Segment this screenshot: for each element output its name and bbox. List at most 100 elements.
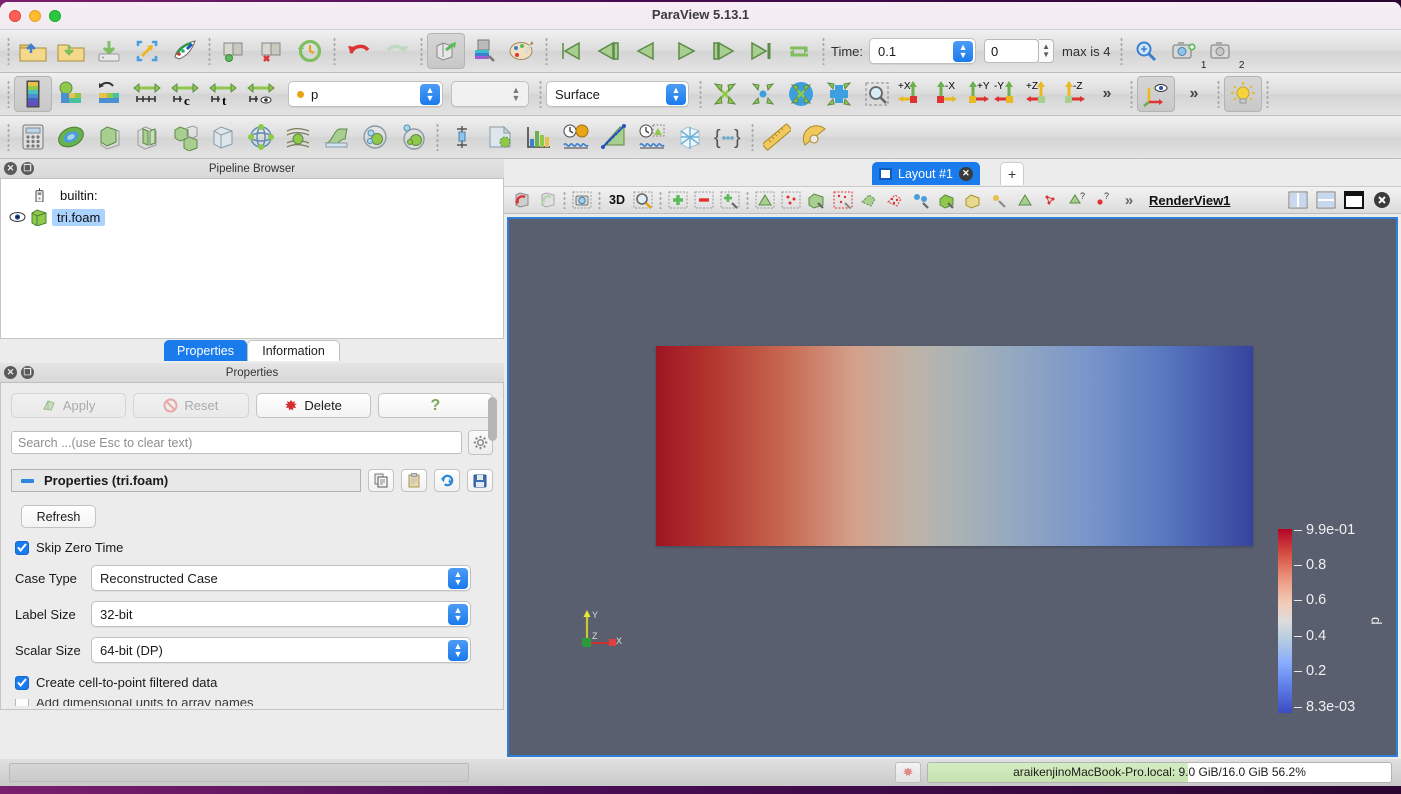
save-state-icon[interactable] [128,33,166,69]
copy-properties-icon[interactable] [368,469,394,492]
properties-group-toggle[interactable]: Properties (tri.foam) [11,469,361,492]
threshold-filter-icon[interactable] [166,119,204,155]
undo-icon[interactable] [340,33,378,69]
calculator-filter-icon[interactable] [14,119,52,155]
help-button[interactable]: ? [378,393,493,418]
reset-camera-icon[interactable] [706,76,744,112]
camera-axis-minus-z-button[interactable]: -Z [1056,76,1088,112]
extract-selection-icon[interactable] [481,119,519,155]
view-overflow-button[interactable]: » [1116,188,1142,212]
previous-frame-icon[interactable] [590,33,628,69]
probe-location-icon[interactable] [443,119,481,155]
zoom-selection-icon[interactable] [1127,33,1165,69]
scalar-size-combobox[interactable]: 64-bit (DP) ▲▼ [91,637,471,663]
plot-selection-over-time-icon[interactable] [633,119,671,155]
rescale-visible-icon[interactable] [242,76,280,112]
reset-range-icon[interactable] [90,76,128,112]
colormap-editor-icon[interactable] [465,33,503,69]
screenshot-all-views-icon[interactable]: 2 [1203,33,1241,69]
color-legend-icon[interactable] [14,76,52,112]
contour-filter-icon[interactable] [52,119,90,155]
group-datasets-filter-icon[interactable] [356,119,394,155]
clip-filter-icon[interactable] [90,119,128,155]
save-screenshot-icon[interactable] [166,33,204,69]
select-cells-through-icon[interactable] [804,188,830,212]
label-size-combobox[interactable]: 32-bit ▲▼ [91,601,471,627]
camera-axis-plus-x-button[interactable]: +X [896,76,928,112]
pipeline-item-source[interactable]: tri.foam [1,206,503,228]
protractor-icon[interactable] [796,119,834,155]
subtract-selection-icon[interactable] [691,188,717,212]
render-view[interactable]: Y X Z 9.9e-01 0.8 0.6 [507,217,1398,757]
extract-level-filter-icon[interactable] [394,119,432,155]
paste-properties-icon[interactable] [401,469,427,492]
dimensional-units-checkbox[interactable]: Add dimensional units to array names [15,699,503,706]
center-axes-visibility-icon[interactable] [1137,76,1175,112]
select-cells-polygon-icon[interactable] [856,188,882,212]
recent-files-icon[interactable] [52,33,90,69]
camera-axis-minus-x-button[interactable]: -X [928,76,960,112]
eye-icon[interactable] [9,210,26,224]
rubber-band-zoom-icon[interactable] [858,76,896,112]
query-points-icon[interactable]: ? [1064,188,1090,212]
add-layout-button[interactable]: + [1000,162,1024,185]
toolbar-handle[interactable] [7,37,10,65]
edit-color-map-icon[interactable] [52,76,90,112]
select-points-polygon-icon[interactable] [882,188,908,212]
reset-button[interactable]: Reset [133,393,248,418]
component-combobox[interactable]: ▲▼ [451,81,529,107]
delete-button[interactable]: Delete [256,393,371,418]
programmable-filter-icon[interactable]: {} [709,119,747,155]
next-frame-icon[interactable] [704,33,742,69]
select-points-surface-icon[interactable] [778,188,804,212]
interactive-select-cells-icon[interactable] [934,188,960,212]
interaction-mode-3d-button[interactable]: 3D [604,188,630,212]
close-layout-icon[interactable]: ✕ [959,167,973,181]
hover-points-icon[interactable] [1012,188,1038,212]
representation-combobox[interactable]: Surface ▲▼ [546,81,689,107]
repr-overflow-button[interactable]: » [1088,76,1126,112]
plot-data-over-time-icon[interactable] [557,119,595,155]
time-value-combobox[interactable]: 0.1 ▲▼ [869,38,976,64]
reset-camera-closest-icon[interactable] [782,76,820,112]
repr-handle[interactable] [7,80,10,108]
warp-filter-icon[interactable] [318,119,356,155]
interactive-select-points-icon[interactable] [960,188,986,212]
properties-float-button[interactable]: ❐ [21,366,34,379]
camera-undo-icon[interactable] [508,188,534,212]
frame-stepper-icon[interactable]: ▲▼ [1039,39,1054,63]
plot-over-line-icon[interactable] [595,119,633,155]
cell-to-point-checkbox[interactable]: Create cell-to-point filtered data [15,675,503,690]
maximize-view-icon[interactable] [1341,188,1367,212]
query-point-icon[interactable]: ? [1090,188,1116,212]
zoom-to-data-icon[interactable] [744,76,782,112]
split-vertical-icon[interactable] [1313,188,1339,212]
edit-color-legend-icon[interactable] [503,33,541,69]
rendered-surface[interactable] [656,346,1253,546]
camera-undo-icon[interactable] [427,33,465,69]
histogram-icon[interactable] [519,119,557,155]
slice-filter-icon[interactable] [128,119,166,155]
loop-icon[interactable] [780,33,818,69]
last-frame-icon[interactable] [742,33,780,69]
camera-axis-plus-z-button[interactable]: +Z [1024,76,1056,112]
frame-input[interactable]: 0 [984,39,1039,63]
rescale-data-range-c-icon[interactable]: c [166,76,204,112]
frame-spinner[interactable]: 0 ▲▼ [984,39,1054,63]
connect-server-icon[interactable] [215,33,253,69]
select-block-icon[interactable] [908,188,934,212]
color-legend[interactable]: 9.9e-01 0.8 0.6 0.4 0.2 8.3e-03 p [1278,521,1388,726]
pipeline-close-button[interactable]: ✕ [4,162,17,175]
stop-button[interactable] [895,762,921,783]
pipeline-item-builtin[interactable]: builtin: [1,184,503,206]
first-frame-icon[interactable] [552,33,590,69]
axes-glyph-icon[interactable] [671,119,709,155]
close-view-icon[interactable] [1369,188,1395,212]
disconnect-server-icon[interactable] [253,33,291,69]
add-selection-icon[interactable] [665,188,691,212]
refresh-button[interactable]: Refresh [21,505,96,528]
scrollbar-thumb[interactable] [488,397,497,441]
camera-axis-plus-y-button[interactable]: +Y [960,76,992,112]
search-input[interactable]: Search ...(use Esc to clear text) [11,431,462,454]
ruler-icon[interactable] [758,119,796,155]
